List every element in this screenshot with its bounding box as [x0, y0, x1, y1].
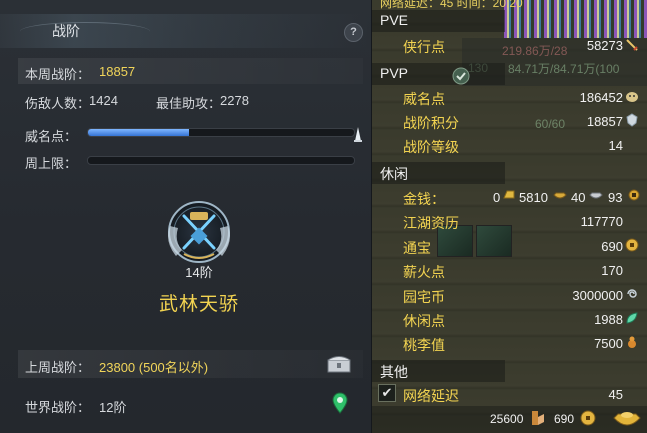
pvp-row-prestige-value: 186452 [579, 90, 623, 105]
leisure-title: 休闲 [380, 166, 408, 182]
sword-icon [626, 39, 638, 51]
stamina-value: 25600 [490, 412, 524, 426]
footer-coin-value: 690 [554, 412, 575, 426]
scene-background [504, 0, 647, 38]
cap-marker-icon [354, 127, 362, 142]
crest-icon [626, 113, 638, 127]
prestige-mask-icon [626, 92, 638, 102]
chest-icon[interactable] [327, 355, 351, 373]
leisure-row-experience-label: 江湖资历 [403, 215, 459, 231]
prestige-label: 威名点： [25, 129, 78, 144]
weekly-cap-progress-bar [87, 156, 355, 165]
world-rank-label: 世界战阶： [25, 400, 91, 415]
leisure-row-leisure-points-value: 1988 [594, 312, 623, 327]
money-silver-value: 5810 [519, 190, 548, 205]
swirl-icon [627, 289, 637, 298]
leisure-row-leisure-points-label: 休闲点 [403, 313, 445, 329]
stamina-icon [532, 411, 544, 425]
prestige-progress-bar [87, 128, 355, 137]
gold-ingot-icon[interactable] [612, 408, 642, 430]
copper-ingot-icon [589, 192, 603, 199]
latency-checkbox[interactable]: ✔ [378, 384, 396, 402]
header-decoration [20, 22, 150, 41]
coin-ring-icon [628, 189, 640, 201]
leisure-row-housing-label: 园宅币 [403, 289, 445, 305]
money-gold-value: 0 [493, 190, 501, 205]
target-ratio-text: 60/60 [535, 117, 566, 131]
weekly-rank-label: 本周战阶： [25, 67, 91, 82]
gourd-icon [628, 336, 636, 348]
leaf-icon [626, 312, 638, 324]
leisure-row-tongbao-value: 690 [601, 239, 623, 254]
pvp-row-level-value: 14 [608, 138, 623, 153]
footer-coin-icon [580, 410, 596, 426]
check-badge-icon [452, 67, 470, 85]
last-week-label: 上周战阶： [25, 360, 91, 375]
world-rank-value: 12阶 [99, 400, 127, 415]
pvp-row-score-value: 18857 [586, 114, 623, 129]
battle-rank-panel: 战阶 ? 本周战阶： 18857 伤敌人数： 1424 最佳助攻： 2278 威… [0, 0, 372, 433]
silver-ingot-icon [553, 192, 567, 199]
kills-value: 1424 [89, 93, 118, 108]
panel-header: 战阶 [0, 14, 371, 48]
weekly-cap-label: 周上限： [25, 156, 78, 171]
pvp-title: PVP [380, 65, 409, 81]
leisure-row-tongbao-label: 通宝 [403, 240, 431, 256]
pve-row-value: 58273 [586, 38, 623, 53]
latency-value: 45 [608, 387, 623, 402]
money-copper-value: 40 [571, 190, 586, 205]
kills-label: 伤敌人数： [25, 96, 91, 111]
gold-bar-icon [503, 190, 515, 199]
weekly-rank-value: 18857 [99, 64, 136, 79]
target-hp-text: 219.86万/28 [502, 44, 568, 58]
latency-label: 网络延迟 [403, 388, 459, 404]
leisure-row-housing-value: 3000000 [572, 288, 623, 303]
other-title: 其他 [380, 364, 408, 380]
pve-row-label: 侠行点 [403, 39, 445, 55]
target-mp-text: 84.71万/84.71万(100 [508, 62, 620, 76]
money-ingot-value: 93 [608, 190, 623, 205]
prestige-progress-fill [88, 129, 190, 136]
location-pin-icon[interactable] [332, 392, 348, 414]
leisure-item-thumbnail-2 [476, 225, 512, 257]
leisure-row-fire-value: 170 [601, 263, 623, 278]
money-label: 金钱： [403, 191, 445, 207]
leisure-row-fire-label: 薪火点 [403, 264, 445, 280]
pvp-row-score-label: 战阶积分 [403, 115, 459, 131]
rank-level: 14阶 [185, 265, 213, 280]
pvp-row-level-label: 战阶等级 [403, 139, 459, 155]
pvp-row-prestige-label: 威名点 [403, 91, 445, 107]
leisure-row-peach-value: 7500 [594, 336, 623, 351]
last-week-value: 23800 (500名以外) [99, 360, 209, 375]
leisure-row-peach-label: 桃李值 [403, 337, 445, 353]
pve-title: PVE [380, 12, 409, 28]
leisure-row-experience-value: 117770 [580, 214, 623, 229]
assists-label: 最佳助攻： [156, 96, 222, 111]
help-button[interactable]: ? [344, 23, 363, 42]
rank-name: 武林天骄 [158, 294, 239, 315]
coin-icon [625, 238, 639, 252]
panel-title: 战阶 [52, 23, 80, 39]
assists-value: 2278 [220, 93, 249, 108]
